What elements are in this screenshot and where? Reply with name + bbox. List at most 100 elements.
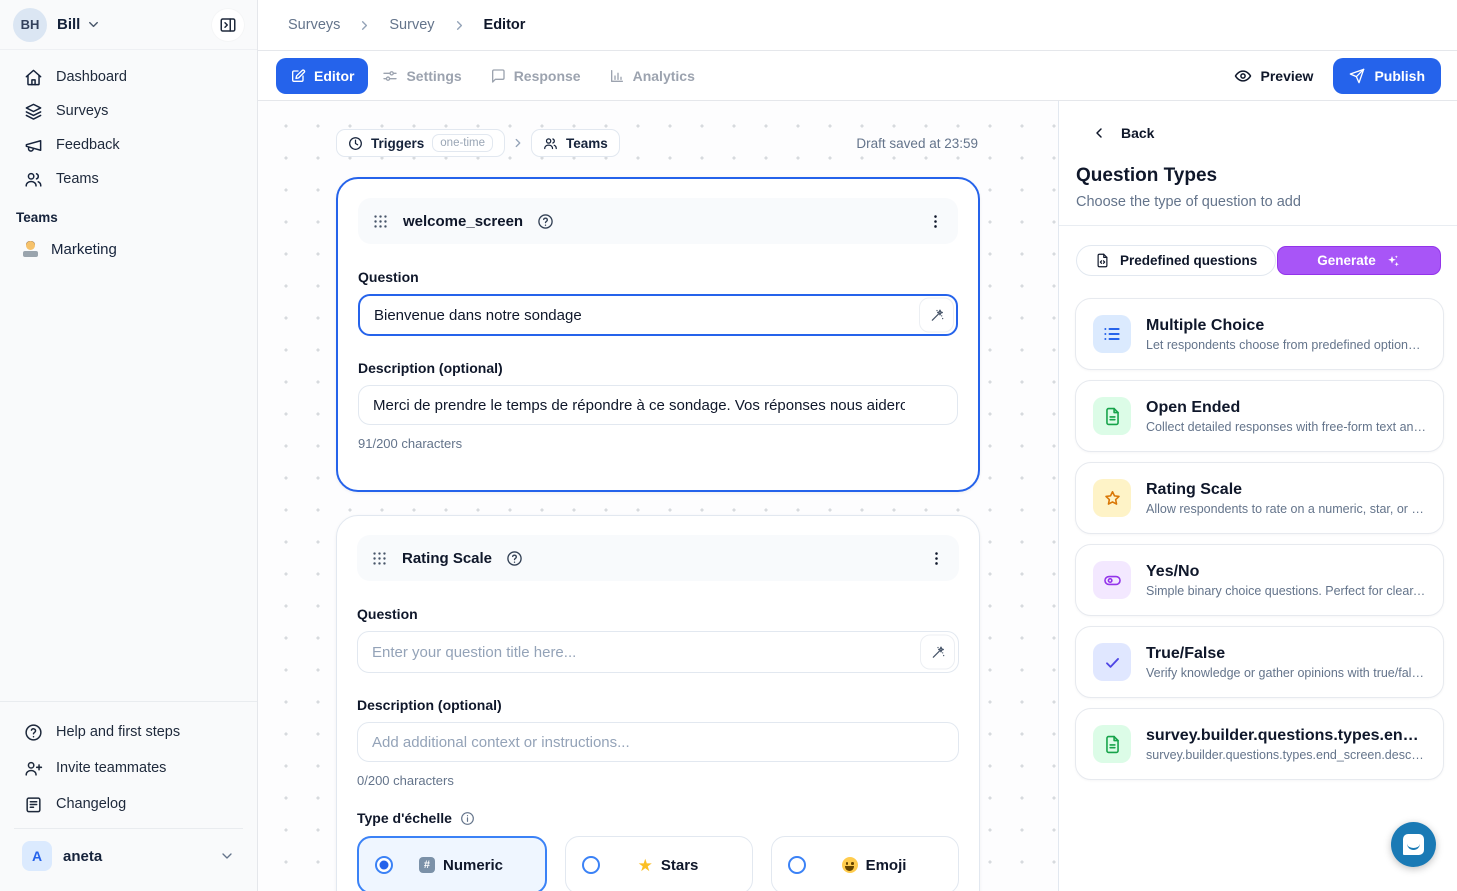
bar-chart-icon (609, 68, 625, 84)
avatar: BH (13, 8, 47, 42)
type-description: Collect detailed responses with free-for… (1146, 420, 1426, 434)
question-type-rating-scale[interactable]: Rating Scale Allow respondents to rate o… (1075, 462, 1444, 534)
list-icon (1093, 315, 1131, 353)
chevron-down-icon (219, 848, 235, 864)
sidebar: BH Bill Dashboard Surveys F (0, 0, 258, 891)
chevron-right-icon (357, 18, 372, 33)
question-type-yes-no[interactable]: Yes/No Simple binary choice questions. P… (1075, 544, 1444, 616)
tab-response[interactable]: Response (476, 58, 595, 94)
ai-rewrite-button[interactable] (920, 635, 955, 670)
rating-card-header: Rating Scale (357, 535, 959, 581)
draft-status: Draft saved at 23:59 (856, 136, 978, 151)
type-description: Allow respondents to rate on a numeric, … (1146, 502, 1426, 516)
sidebar-item-help[interactable]: Help and first steps (6, 714, 251, 750)
sidebar-item-feedback[interactable]: Feedback (6, 128, 251, 162)
scale-option-stars[interactable]: ★ Stars (565, 836, 753, 891)
scale-option-emoji[interactable]: Emoji (771, 836, 959, 891)
user-name[interactable]: Bill (57, 16, 80, 33)
sidebar-item-label: Help and first steps (56, 724, 180, 740)
chevron-down-icon[interactable] (86, 17, 101, 32)
preview-button[interactable]: Preview (1222, 58, 1326, 94)
type-title: Rating Scale (1146, 481, 1426, 499)
welcome-screen-card[interactable]: welcome_screen Question Description (opt… (336, 177, 980, 492)
org-avatar: A (22, 841, 52, 871)
type-description: Verify knowledge or gather opinions with… (1146, 666, 1426, 680)
teams-chip[interactable]: Teams (531, 129, 620, 157)
sidebar-item-invite[interactable]: Invite teammates (6, 750, 251, 786)
tab-analytics[interactable]: Analytics (595, 58, 709, 94)
question-type-multiple-choice[interactable]: Multiple Choice Let respondents choose f… (1075, 298, 1444, 370)
layers-icon (24, 102, 43, 121)
wand-sparkles-icon (929, 307, 945, 323)
chevron-left-icon (1091, 125, 1107, 141)
panel-title: Question Types (1076, 165, 1217, 187)
question-type-true-false[interactable]: True/False Verify knowledge or gather op… (1075, 626, 1444, 698)
breadcrumb-survey[interactable]: Survey (389, 17, 434, 33)
triggers-chip[interactable]: Triggers one-time (336, 129, 505, 157)
description-field-label: Description (optional) (357, 697, 959, 713)
sidebar-item-label: Dashboard (56, 69, 127, 85)
description-field-label: Description (optional) (358, 360, 958, 376)
scale-option-label: Numeric (443, 857, 503, 874)
question-type-open-ended[interactable]: Open Ended Collect detailed responses wi… (1075, 380, 1444, 452)
rating-scale-card[interactable]: Rating Scale Question Description (optio… (336, 515, 980, 891)
radio-checked-icon[interactable] (375, 856, 393, 874)
type-title: Open Ended (1146, 399, 1426, 417)
user-plus-icon (24, 759, 43, 778)
drag-handle-icon[interactable] (372, 213, 389, 230)
tab-label: Response (514, 68, 581, 84)
sidebar-item-surveys[interactable]: Surveys (6, 94, 251, 128)
newspaper-icon (24, 795, 43, 814)
chat-launcher-button[interactable] (1391, 822, 1436, 867)
question-field-label: Question (357, 606, 959, 622)
tab-label: Settings (406, 68, 461, 84)
panel-toggle-icon (219, 16, 237, 34)
card-menu-button[interactable] (927, 213, 944, 230)
sidebar-header: BH Bill (0, 0, 257, 50)
preview-label: Preview (1261, 68, 1314, 84)
back-button[interactable]: Back (1091, 125, 1154, 141)
question-title-input[interactable] (358, 294, 958, 336)
card-menu-button[interactable] (928, 550, 945, 567)
sidebar-item-teams[interactable]: Teams (6, 162, 251, 196)
publish-button[interactable]: Publish (1333, 58, 1441, 94)
drag-handle-icon[interactable] (371, 550, 388, 567)
breadcrumb-surveys[interactable]: Surveys (288, 17, 340, 33)
help-circle-icon (24, 723, 43, 742)
question-type-end-screen[interactable]: survey.builder.questions.types.end_scr..… (1075, 708, 1444, 780)
scale-type-options: # Numeric ★ Stars Emoji (357, 836, 959, 891)
type-description: Simple binary choice questions. Perfect … (1146, 584, 1426, 598)
org-name: aneta (63, 848, 102, 865)
help-circle-icon[interactable] (537, 213, 554, 230)
sidebar-item-dashboard[interactable]: Dashboard (6, 60, 251, 94)
tab-editor[interactable]: Editor (276, 58, 368, 94)
tab-label: Analytics (633, 68, 695, 84)
char-count: 0/200 characters (357, 773, 959, 788)
radio-unchecked-icon[interactable] (788, 856, 806, 874)
hash-keycap-icon: # (419, 857, 435, 873)
sidebar-collapse-button[interactable] (212, 9, 244, 41)
sidebar-item-changelog[interactable]: Changelog (6, 786, 251, 822)
org-switcher[interactable]: A aneta (14, 828, 243, 875)
back-label: Back (1121, 125, 1154, 141)
panel-subtitle: Choose the type of question to add (1076, 194, 1301, 210)
question-title-input[interactable] (357, 631, 959, 673)
eye-icon (1234, 67, 1252, 85)
generate-button[interactable]: Generate (1277, 246, 1441, 275)
generate-label: Generate (1317, 253, 1376, 268)
chevron-right-icon (511, 136, 525, 150)
question-description-input[interactable] (358, 385, 958, 425)
scale-option-numeric[interactable]: # Numeric (357, 836, 547, 891)
sidebar-item-marketing[interactable]: Marketing (0, 231, 257, 267)
question-description-input[interactable] (357, 722, 959, 762)
tab-settings[interactable]: Settings (368, 58, 475, 94)
ai-rewrite-button[interactable] (919, 298, 954, 333)
predefined-questions-button[interactable]: Predefined questions (1076, 245, 1276, 276)
help-circle-icon[interactable] (506, 550, 523, 567)
tab-label: Editor (314, 68, 354, 84)
radio-unchecked-icon[interactable] (582, 856, 600, 874)
team-name: Marketing (51, 241, 117, 258)
info-icon[interactable] (460, 811, 475, 826)
breadcrumb: Surveys Survey Editor (258, 0, 1457, 51)
chevron-right-icon (452, 18, 467, 33)
